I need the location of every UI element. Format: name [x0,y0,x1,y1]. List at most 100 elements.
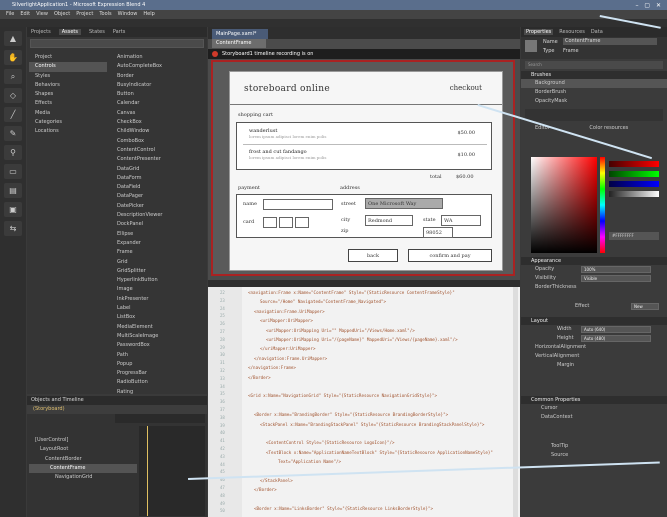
tab-parts[interactable]: Parts [113,29,125,35]
menu-item-object[interactable]: Object [54,11,70,17]
asset-item[interactable]: Expander [111,239,206,248]
tab-resources[interactable]: Resources [559,29,585,35]
menu-item-file[interactable]: File [6,11,14,17]
asset-item[interactable]: ChildWindow [111,127,206,136]
halign-row[interactable]: HorizontalAlignment [521,343,667,352]
tool-icon[interactable]: ⇆ [4,221,22,236]
tool-icon[interactable]: ✎ [4,126,22,141]
category-item[interactable]: Locations [29,127,107,136]
appearance-section[interactable]: Appearance [521,257,667,265]
asset-item[interactable]: DataField [111,183,206,192]
asset-item[interactable]: PasswordBox [111,341,206,350]
tool-icon[interactable]: ⚲ [4,145,22,160]
color-picker[interactable] [531,157,597,253]
asset-item[interactable]: DataPager [111,192,206,201]
asset-item[interactable]: Border [111,72,206,81]
asset-item[interactable]: HyperlinkButton [111,276,206,285]
asset-item[interactable]: ContentPresenter [111,155,206,164]
tab-mainpage[interactable]: MainPage.xaml* [212,29,268,39]
menu-item-tools[interactable]: Tools [99,11,111,17]
category-item[interactable]: Categories [29,118,107,127]
asset-item[interactable]: InkPresenter [111,295,206,304]
object-tree-item[interactable]: ContentBorder [29,455,137,464]
valign-row[interactable]: VerticalAlignment [521,352,667,361]
asset-item[interactable]: ComboBox [111,137,206,146]
object-tree-item[interactable]: ContentFrame [29,463,137,474]
asset-item[interactable]: Grid [111,258,206,267]
tool-icon[interactable]: ▲ [4,31,22,46]
tool-icon[interactable]: ▤ [4,183,22,198]
zip-input[interactable]: 98052 [423,227,453,238]
menu-item-window[interactable]: Window [118,11,138,17]
asset-item[interactable]: DataForm [111,174,206,183]
asset-item[interactable]: Calendar [111,99,206,108]
property-search-input[interactable]: Search [525,61,663,69]
category-item[interactable]: Styles [29,72,107,81]
asset-item[interactable]: GridSplitter [111,267,206,276]
card-input[interactable] [295,217,309,228]
tab-data[interactable]: Data [591,29,603,35]
tool-icon[interactable]: ✋ [4,50,22,65]
asset-item[interactable]: Popup [111,360,206,369]
object-tree-item[interactable]: LayoutRoot [29,445,137,454]
name-field[interactable]: ContentFrame [563,38,657,45]
asset-item[interactable]: AutoCompleteBox [111,62,206,71]
new-effect-button[interactable]: New [631,303,659,310]
tool-icon[interactable]: ⌕ [4,69,22,84]
tool-icon[interactable]: ◇ [4,88,22,103]
color-resources-tab[interactable]: Color resources [589,125,628,131]
asset-item[interactable]: Frame [111,248,206,257]
name-input[interactable] [263,199,333,210]
tab-projects[interactable]: Projects [31,29,51,35]
borderbrush-property[interactable]: BorderBrush [521,88,667,97]
opacity-field[interactable]: 100% [581,266,651,273]
layout-section[interactable]: Layout [521,317,667,325]
background-property[interactable]: Background [521,79,667,88]
card-input[interactable] [279,217,293,228]
margin-row[interactable]: Margin [521,361,667,370]
hue-slider[interactable] [600,157,605,253]
street-input[interactable]: One Microsoft Way [365,198,443,209]
menu-item-help[interactable]: Help [143,11,154,17]
height-field[interactable]: Auto (480) [581,335,651,342]
breadcrumb[interactable]: ContentFrame [212,39,266,48]
asset-item[interactable]: ListBox [111,313,206,322]
object-tree-item[interactable]: NavigationGrid [29,473,137,482]
source-row[interactable]: Source [521,451,667,460]
asset-item[interactable]: ContentControl [111,146,206,155]
tool-icon[interactable]: ▣ [4,202,22,217]
brushes-section[interactable]: Brushes [521,71,667,79]
alpha-channel-slider[interactable] [609,191,659,197]
green-channel-slider[interactable] [609,171,659,177]
asset-item[interactable]: DockPanel [111,220,206,229]
tab-states[interactable]: States [89,29,105,35]
playhead[interactable] [147,426,148,516]
category-item[interactable]: Effects [29,99,107,108]
red-channel-slider[interactable] [609,161,659,167]
asset-item[interactable]: RadioButton [111,378,206,387]
asset-item[interactable]: DataGrid [111,165,206,174]
asset-item[interactable]: Canvas [111,109,206,118]
blue-channel-slider[interactable] [609,181,659,187]
confirm-pay-button[interactable]: confirm and pay [408,249,492,262]
category-item[interactable]: Behaviors [29,81,107,90]
asset-item[interactable]: Button [111,90,206,99]
card-input[interactable] [263,217,277,228]
asset-item[interactable]: Animation [111,53,206,62]
asset-item[interactable]: CheckBox [111,118,206,127]
hex-value-input[interactable]: #FFFFFFFF [609,232,659,240]
tool-icon[interactable]: ▭ [4,164,22,179]
tab-properties[interactable]: Properties [524,29,554,35]
brush-type-buttons[interactable] [525,109,663,121]
menu-item-project[interactable]: Project [76,11,93,17]
category-item[interactable]: Shapes [29,90,107,99]
category-item[interactable]: Controls [29,62,107,72]
checkout-link[interactable]: checkout [450,84,482,92]
asset-item[interactable]: MediaElement [111,323,206,332]
asset-item[interactable]: Ellipse [111,230,206,239]
asset-item[interactable]: MultiScaleImage [111,332,206,341]
visibility-dropdown[interactable]: Visible [581,275,651,282]
tool-icon[interactable]: ╱ [4,107,22,122]
timeline-controls[interactable] [115,414,205,423]
back-button[interactable]: back [348,249,398,262]
